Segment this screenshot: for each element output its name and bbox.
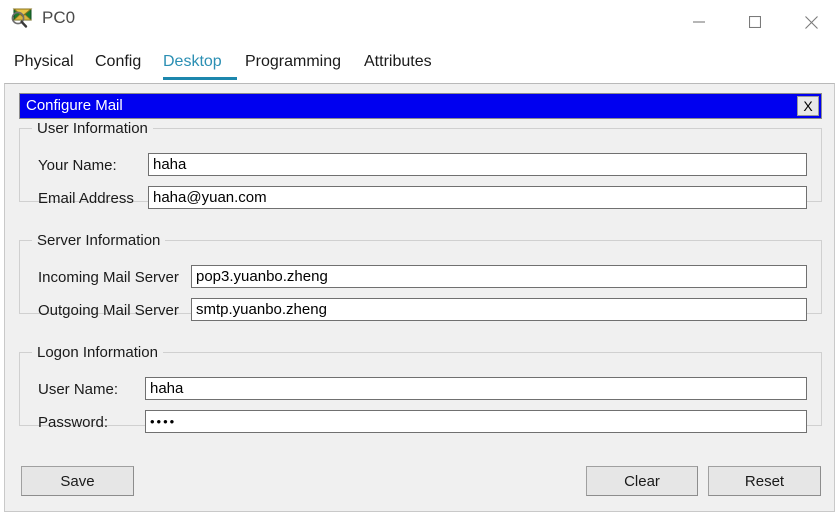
minimize-icon[interactable] xyxy=(671,0,727,44)
email-address-input[interactable] xyxy=(148,186,807,209)
password-label: Password: xyxy=(38,414,109,431)
group-logon-information: Logon Information User Name: Password: xyxy=(19,344,822,433)
window-titlebar: PC0 xyxy=(0,0,839,44)
password-input[interactable] xyxy=(145,410,807,433)
incoming-mail-server-label: Incoming Mail Server xyxy=(38,269,179,286)
tab-config[interactable]: Config xyxy=(95,44,157,83)
pc0-window: PC0 Physical Config Desktop Programming … xyxy=(0,0,839,516)
tab-desktop[interactable]: Desktop xyxy=(163,44,237,83)
tab-programming[interactable]: Programming xyxy=(245,44,359,83)
email-address-label: Email Address xyxy=(38,190,134,207)
desktop-panel: Configure Mail X User Information Your N… xyxy=(4,83,835,512)
window-controls xyxy=(671,0,839,44)
window-title: PC0 xyxy=(42,8,76,27)
maximize-icon[interactable] xyxy=(727,0,783,44)
close-icon[interactable] xyxy=(783,0,839,44)
reset-button[interactable]: Reset xyxy=(708,466,821,496)
outgoing-mail-server-input[interactable] xyxy=(191,298,807,321)
user-name-input[interactable] xyxy=(145,377,807,400)
clear-button[interactable]: Clear xyxy=(586,466,698,496)
outgoing-mail-server-label: Outgoing Mail Server xyxy=(38,302,179,319)
tab-physical[interactable]: Physical xyxy=(14,44,92,83)
tab-attributes[interactable]: Attributes xyxy=(364,44,450,83)
group-title-server-information: Server Information xyxy=(32,232,166,250)
your-name-label: Your Name: xyxy=(38,157,117,174)
device-tabbar: Physical Config Desktop Programming Attr… xyxy=(0,44,839,83)
packet-tracer-envelope-icon xyxy=(10,5,36,31)
group-title-user-information: User Information xyxy=(32,120,153,138)
incoming-mail-server-input[interactable] xyxy=(191,265,807,288)
group-server-information: Server Information Incoming Mail Server … xyxy=(19,232,822,321)
user-name-label: User Name: xyxy=(38,381,119,398)
configure-mail-close-button[interactable]: X xyxy=(797,96,819,116)
save-button[interactable]: Save xyxy=(21,466,134,496)
your-name-input[interactable] xyxy=(148,153,807,176)
configure-mail-titlebar: Configure Mail X xyxy=(19,93,822,119)
group-user-information: User Information Your Name: Email Addres… xyxy=(19,120,822,209)
configure-mail-title: Configure Mail xyxy=(26,97,123,114)
group-title-logon-information: Logon Information xyxy=(32,344,163,362)
